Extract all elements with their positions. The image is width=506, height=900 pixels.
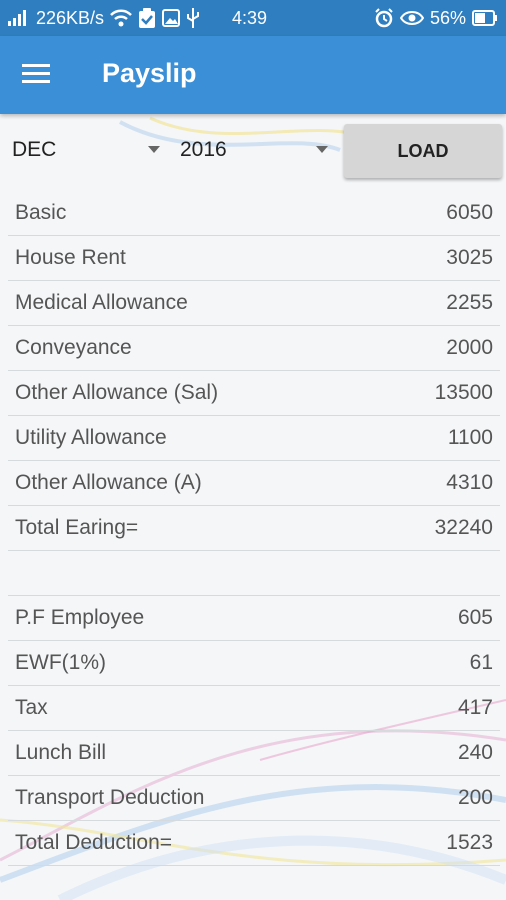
row-label: Other Allowance (Sal) [15,381,219,404]
row-value: 4310 [446,471,493,494]
row-label: Medical Allowance [15,291,188,314]
row-value: 3025 [446,246,493,269]
row-value: 200 [457,786,493,809]
filter-bar: DEC 2016 LOAD [0,122,506,182]
deduction-row: Transport Deduction 200 [8,776,500,821]
battery-percent: 56% [429,7,466,28]
row-label: House Rent [15,246,126,269]
earning-row: Conveyance 2000 [8,326,500,371]
row-label: Other Allowance (A) [15,471,202,494]
clipboard-check-icon [138,8,156,28]
earning-row: Basic 6050 [8,191,500,236]
status-bar-left: 226KB/s [8,0,200,36]
load-button[interactable]: LOAD [344,124,502,178]
row-label: Conveyance [15,336,132,359]
year-select[interactable]: 2016 [180,122,332,178]
earning-row: Other Allowance (Sal) 13500 [8,371,500,416]
row-label: EWF(1%) [15,651,106,674]
payslip-content: DEC 2016 LOAD Basic 6050 House Rent 3025… [0,114,506,900]
chevron-down-icon [148,146,160,153]
signal-icon [8,10,30,26]
row-value: 2255 [446,291,493,314]
app-bar: Payslip [0,36,506,114]
earning-row: Other Allowance (A) 4310 [8,461,500,506]
row-label: Transport Deduction [15,786,205,809]
row-label: Lunch Bill [15,741,107,764]
eye-icon [399,10,424,26]
row-value: 240 [457,741,493,764]
row-value: 1100 [447,426,493,449]
row-label: Total Deduction= [15,831,173,854]
row-value: 6050 [446,201,493,224]
deduction-row: EWF(1%) 61 [8,641,500,686]
wifi-icon [110,9,132,27]
chevron-down-icon [316,146,328,153]
total-earning-row: Total Earing= 32240 [8,506,500,551]
row-value: 1523 [446,831,493,854]
deduction-row: P.F Employee 605 [8,596,500,641]
row-label: Utility Allowance [15,426,167,449]
row-value: 61 [469,651,493,674]
alarm-icon [374,8,394,28]
network-speed: 226KB/s [36,7,105,28]
row-label: Total Earing= [15,516,139,539]
row-label: P.F Employee [15,606,145,629]
earning-row: House Rent 3025 [8,236,500,281]
year-select-value: 2016 [180,138,227,161]
deduction-row: Lunch Bill 240 [8,731,500,776]
row-value: 13500 [434,381,493,404]
row-value: 2000 [446,336,493,359]
spacer-row [8,551,500,596]
deduction-row: Tax 417 [8,686,500,731]
status-bar-right: 56% [374,0,498,36]
battery-icon [472,10,498,26]
image-icon [162,9,181,27]
row-value: 605 [457,606,493,629]
total-deduction-row: Total Deduction= 1523 [8,821,500,866]
status-time: 4:39 [232,7,268,28]
month-select[interactable]: DEC [12,122,164,178]
hamburger-menu-icon[interactable] [22,60,54,90]
row-label: Tax [15,696,48,719]
row-value: 32240 [434,516,493,539]
row-value: 417 [457,696,493,719]
usb-icon [186,8,200,28]
status-bar: 226KB/s 4:39 56% [0,0,506,36]
earning-row: Medical Allowance 2255 [8,281,500,326]
row-label: Basic [15,201,67,224]
month-select-value: DEC [12,138,57,161]
earning-row: Utility Allowance 1100 [8,416,500,461]
page-title: Payslip [102,58,197,88]
